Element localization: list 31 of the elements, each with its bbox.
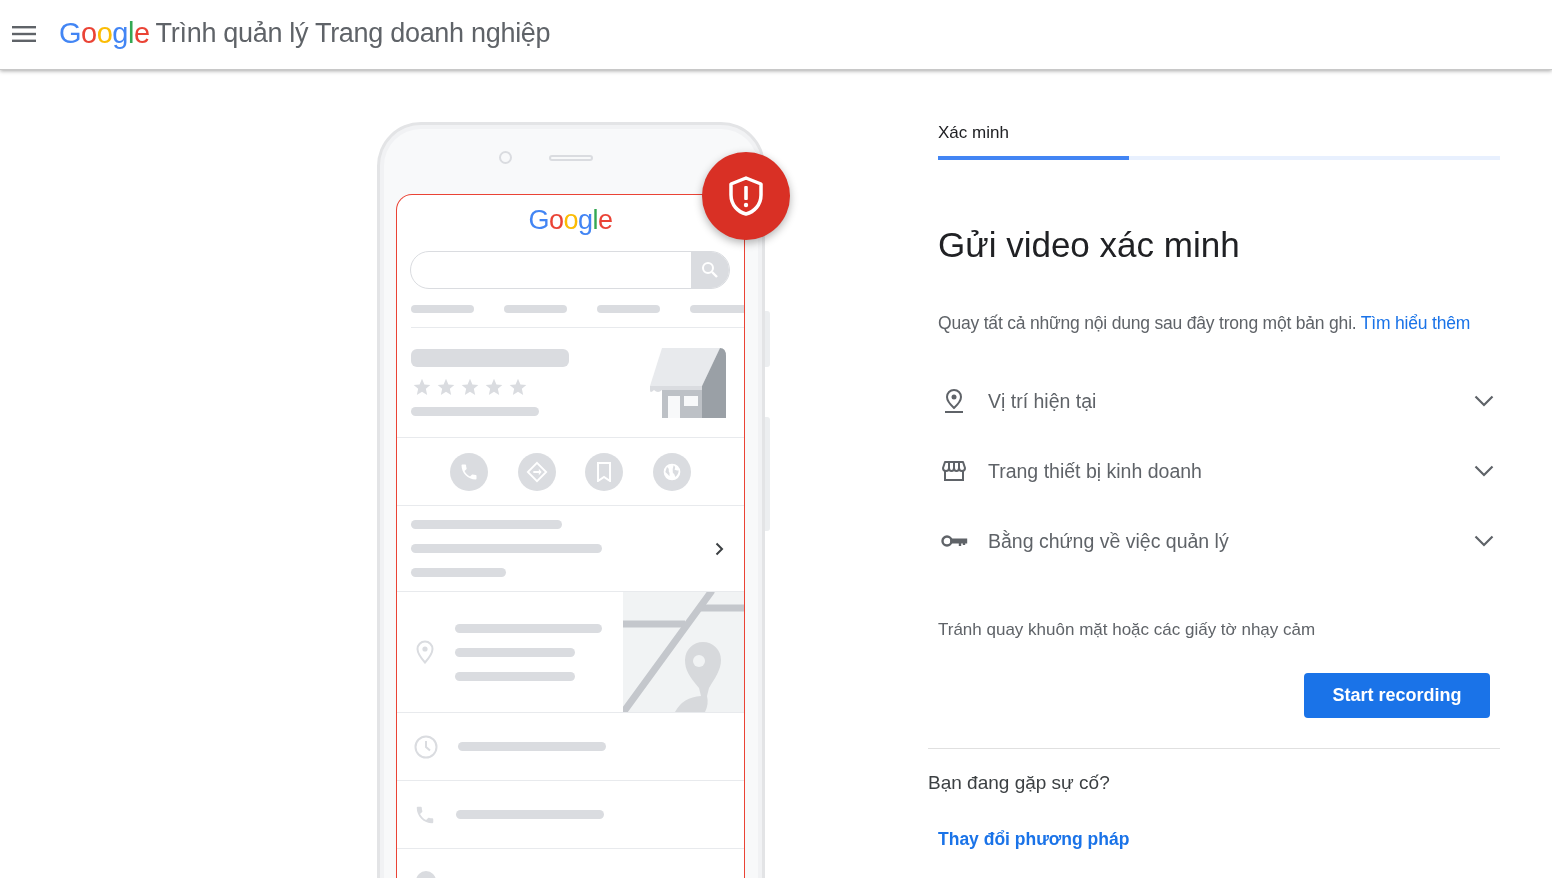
step-label: Xác minh <box>938 123 1010 143</box>
shield-alert-icon <box>728 176 764 216</box>
placeholder-bar <box>597 305 660 313</box>
checklist-item[interactable]: Vị trí hiện tại <box>938 386 1500 416</box>
learn-more-link[interactable]: Tìm hiểu thêm <box>1360 313 1471 333</box>
clock-icon <box>414 734 438 759</box>
menu-icon[interactable] <box>12 24 36 43</box>
placeholder-bar <box>504 305 567 313</box>
camera-dot <box>499 151 512 164</box>
globe-icon <box>653 452 692 491</box>
help-heading: Bạn đang gặp sự cố? <box>928 772 1111 794</box>
change-method-link[interactable]: Thay đổi phương pháp <box>938 829 1130 850</box>
speaker-slot <box>549 155 593 161</box>
phone-icon <box>449 452 488 491</box>
chevron-right-icon <box>715 541 724 556</box>
checklist-item[interactable]: Trang thiết bị kinh doanh <box>938 456 1500 486</box>
start-recording-button[interactable]: Start recording <box>1304 673 1490 718</box>
placeholder-bar <box>690 305 744 313</box>
page-heading: Gửi video xác minh <box>938 224 1241 266</box>
placeholder-bar <box>411 305 474 313</box>
note-text: Tránh quay khuôn mặt hoặc các giấy tờ nhạy cảm <box>938 619 1317 641</box>
instructions-text: Quay tất cả những nội dung sau đây trong một bản ghi. Tìm hiểu thêm <box>938 312 1472 335</box>
google-logo: Google <box>527 205 614 237</box>
google-logo: Google <box>59 17 150 50</box>
key-icon <box>940 534 968 548</box>
app-title: Trình quản lý Trang doanh nghiệp <box>155 18 551 49</box>
storefront-icon <box>940 460 968 482</box>
location-pin-icon <box>416 640 434 664</box>
directions-icon <box>517 452 556 491</box>
bookmark-icon <box>585 452 624 491</box>
checklist-item[interactable]: Bằng chứng về việc quản lý <box>938 526 1500 556</box>
